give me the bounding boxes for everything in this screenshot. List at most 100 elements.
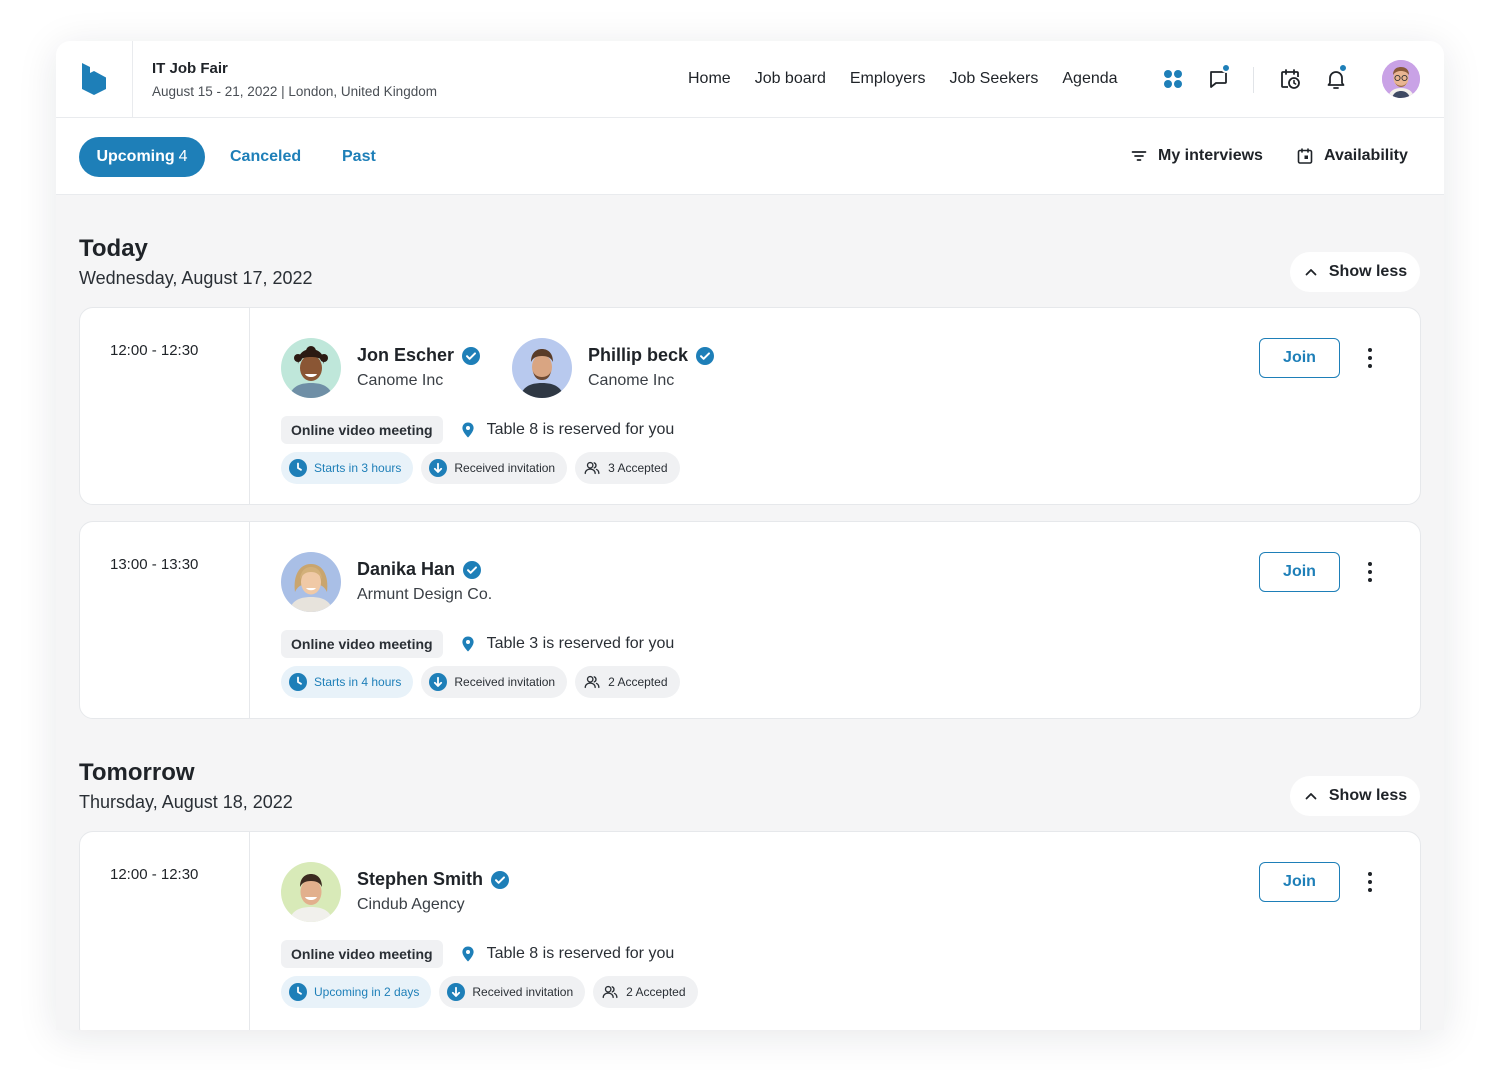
participant-info: Danika Han Armunt Design Co. <box>357 559 492 604</box>
invitation-pill: Received invitation <box>421 666 568 698</box>
availability-button[interactable]: Availability <box>1296 147 1408 165</box>
nav-job-seekers[interactable]: Job Seekers <box>949 70 1038 88</box>
app-window: IT Job Fair August 15 - 21, 2022 | Londo… <box>56 41 1444 1030</box>
my-interviews-button[interactable]: My interviews <box>1130 147 1263 165</box>
verified-icon <box>491 870 510 889</box>
starts-in-text: Starts in 4 hours <box>314 675 402 689</box>
join-button[interactable]: Join <box>1259 338 1340 378</box>
chat-badge <box>1221 63 1231 73</box>
nav-agenda[interactable]: Agenda <box>1062 70 1117 88</box>
more-options-icon[interactable] <box>1360 346 1380 370</box>
participant-name-text: Danika Han <box>357 559 456 579</box>
my-interviews-label: My interviews <box>1158 147 1263 164</box>
more-options-icon[interactable] <box>1360 870 1380 894</box>
participant-name[interactable]: Jon Escher <box>357 345 481 366</box>
header-divider <box>1253 67 1254 93</box>
participant-company: Cindub Agency <box>357 896 465 913</box>
clock-icon <box>289 983 307 1001</box>
participant-company: Canome Inc <box>357 372 444 389</box>
join-button[interactable]: Join <box>1259 552 1340 592</box>
event-subtitle: August 15 - 21, 2022 | London, United Ki… <box>152 84 437 99</box>
section-title-today: Today <box>79 235 148 262</box>
event-location: London, United Kingdom <box>288 84 437 99</box>
participant: Jon Escher Canome Inc <box>281 338 481 398</box>
table-info-text: Table 8 is reserved for you <box>486 421 675 438</box>
more-options-icon[interactable] <box>1360 560 1380 584</box>
chat-icon[interactable] <box>1207 63 1231 91</box>
table-info: Table 3 is reserved for you <box>459 635 674 653</box>
main-nav: Home Job board Employers Job Seekers Age… <box>688 70 1142 88</box>
calendar-clock-icon[interactable] <box>1278 67 1302 91</box>
interview-time: 12:00 - 12:30 <box>110 342 199 359</box>
status-pills: Starts in 3 hours Received invitation 3 … <box>281 452 680 484</box>
accepted-pill[interactable]: 2 Accepted <box>593 976 698 1008</box>
accepted-text: 2 Accepted <box>608 675 668 689</box>
filter-icon <box>1131 151 1147 161</box>
users-icon <box>583 459 601 477</box>
bell-icon[interactable] <box>1324 63 1348 91</box>
table-info: Table 8 is reserved for you <box>459 945 674 963</box>
invitation-pill: Received invitation <box>421 452 568 484</box>
participant-avatar[interactable] <box>281 338 341 398</box>
section-date-today: Wednesday, August 17, 2022 <box>79 268 313 288</box>
join-button[interactable]: Join <box>1259 862 1340 902</box>
starts-in-pill: Starts in 3 hours <box>281 452 414 484</box>
users-icon <box>583 673 601 691</box>
nav-home[interactable]: Home <box>688 70 731 88</box>
participant-name[interactable]: Phillip beck <box>588 345 715 366</box>
participant-company: Armunt Design Co. <box>357 586 493 603</box>
user-avatar[interactable] <box>1382 60 1420 98</box>
participant-company: Canome Inc <box>588 372 675 389</box>
interview-card: 12:00 - 12:30 Jon Escher Canome Inc Phil… <box>79 307 1421 505</box>
tab-canceled[interactable]: Canceled <box>230 148 301 166</box>
calendar-icon <box>1297 148 1313 164</box>
verified-icon <box>462 346 481 365</box>
verified-icon <box>463 560 482 579</box>
accepted-text: 3 Accepted <box>608 461 668 475</box>
tab-upcoming[interactable]: Upcoming 4 <box>79 137 205 177</box>
section-title-tomorrow: Tomorrow <box>79 759 195 786</box>
participant-name-text: Phillip beck <box>588 345 689 365</box>
clock-icon <box>289 459 307 477</box>
arrow-down-icon <box>429 459 448 477</box>
event-dates: August 15 - 21, 2022 <box>152 84 278 99</box>
starts-in-pill: Upcoming in 2 days <box>281 976 432 1008</box>
users-icon <box>601 983 619 1001</box>
accepted-pill[interactable]: 3 Accepted <box>575 452 680 484</box>
show-less-button[interactable]: Show less <box>1290 776 1420 816</box>
brand-logo-icon <box>82 63 106 95</box>
accepted-text: 2 Accepted <box>626 985 686 999</box>
table-info: Table 8 is reserved for you <box>459 421 675 439</box>
participant-avatar[interactable] <box>512 338 572 398</box>
notification-badge <box>1338 63 1348 73</box>
meeting-details: Online video meeting Table 8 is reserved… <box>281 416 674 444</box>
meeting-type-chip: Online video meeting <box>281 416 443 444</box>
participant-name-text: Stephen Smith <box>357 869 484 889</box>
participant-name[interactable]: Danika Han <box>357 559 492 580</box>
apps-grid-icon[interactable] <box>1161 67 1185 91</box>
tab-upcoming-label: Upcoming <box>96 148 175 165</box>
participant-avatar[interactable] <box>281 862 341 922</box>
event-title: IT Job Fair <box>152 60 228 77</box>
location-pin-icon <box>459 421 477 439</box>
availability-label: Availability <box>1324 147 1408 164</box>
nav-employers[interactable]: Employers <box>850 70 926 88</box>
nav-job-board[interactable]: Job board <box>755 70 826 88</box>
time-column: 13:00 - 13:30 <box>80 522 250 718</box>
arrow-down-icon <box>429 673 448 691</box>
tab-past[interactable]: Past <box>342 148 376 166</box>
participant-name[interactable]: Stephen Smith <box>357 869 510 890</box>
participant: Danika Han Armunt Design Co. <box>281 552 492 612</box>
location-pin-icon <box>459 945 477 963</box>
participant-avatar[interactable] <box>281 552 341 612</box>
participant-name-text: Jon Escher <box>357 345 455 365</box>
chevron-up-icon <box>1303 264 1319 280</box>
show-less-button[interactable]: Show less <box>1290 252 1420 292</box>
meeting-type-chip: Online video meeting <box>281 940 443 968</box>
accepted-pill[interactable]: 2 Accepted <box>575 666 680 698</box>
starts-in-text: Upcoming in 2 days <box>314 985 420 999</box>
logo[interactable] <box>56 41 133 117</box>
show-less-label: Show less <box>1328 787 1408 804</box>
participant-info: Phillip beck Canome Inc <box>588 345 715 390</box>
interview-time: 13:00 - 13:30 <box>110 556 199 573</box>
